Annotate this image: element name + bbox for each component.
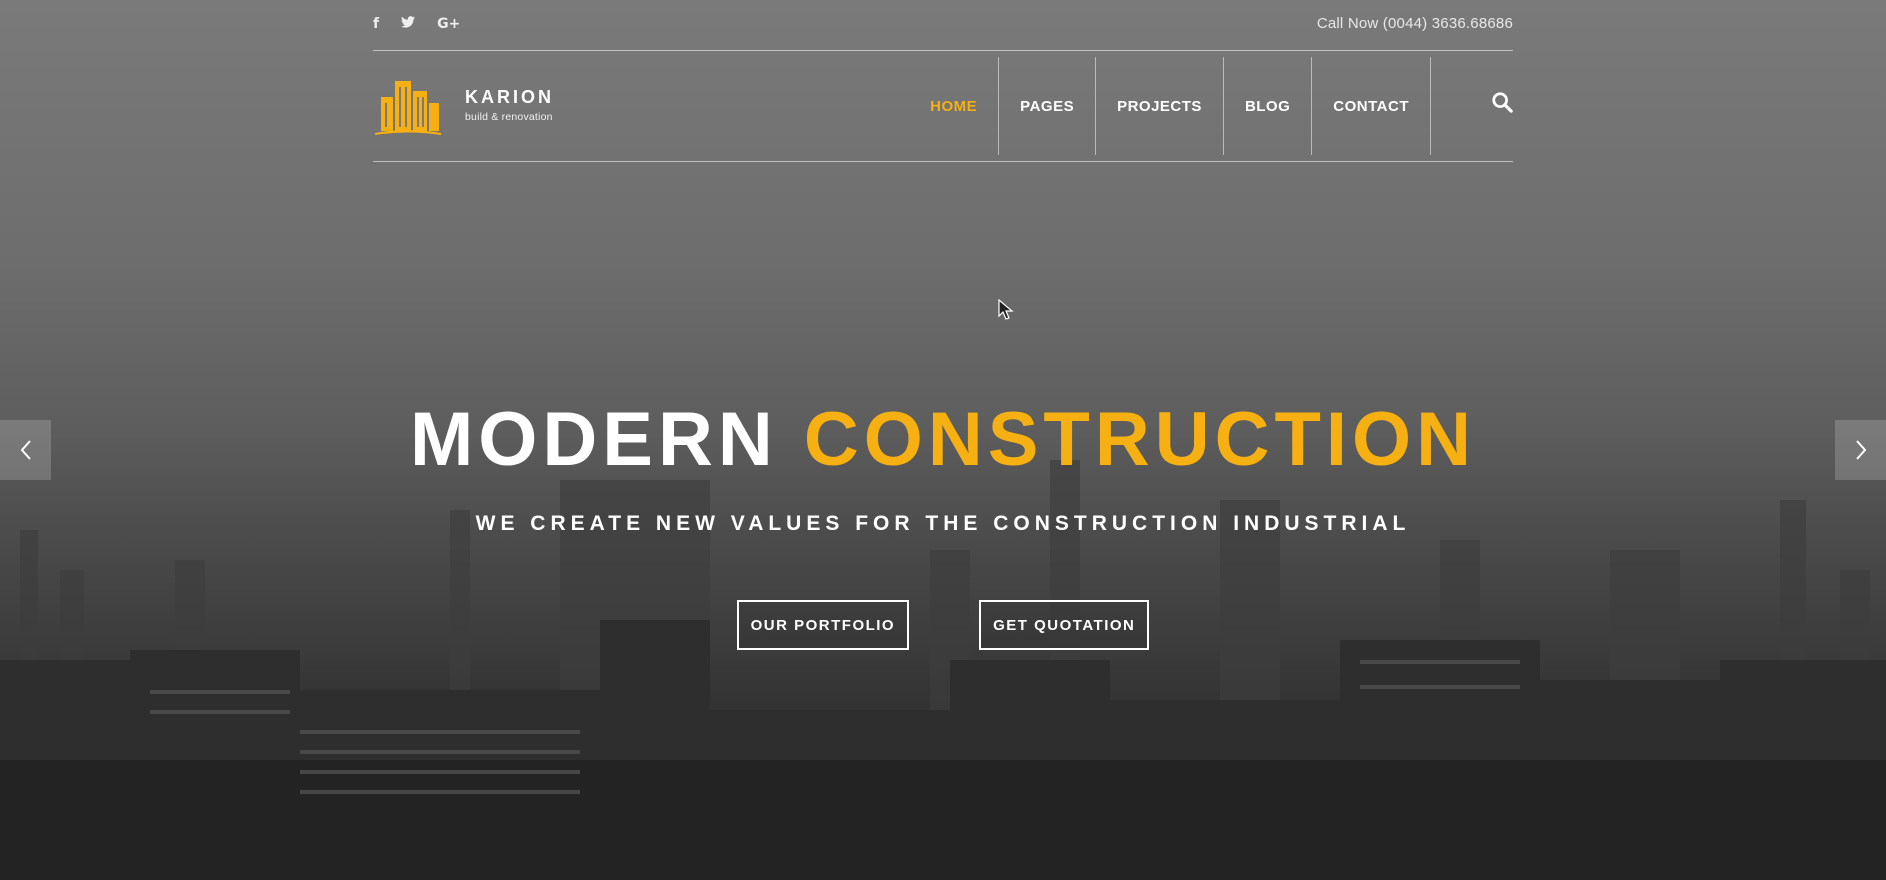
building-logo-icon — [375, 81, 441, 135]
call-now-text: Call Now (0044) 3636.68686 — [1316, 15, 1513, 32]
menu-item-pages[interactable]: PAGES — [999, 57, 1097, 155]
menu-item-projects[interactable]: PROJECTS — [1096, 57, 1224, 155]
logo-tagline: build & renovation — [465, 111, 553, 123]
hero-title: MODERN CONSTRUCTION — [0, 400, 1886, 480]
logo-name: KARION — [465, 87, 554, 107]
hero-subtitle: WE CREATE NEW VALUES FOR THE CONSTRUCTIO… — [475, 512, 1411, 535]
logo[interactable]: KARION build & renovation — [373, 73, 554, 137]
slider-prev-button[interactable] — [0, 420, 51, 480]
our-portfolio-button[interactable]: OUR PORTFOLIO — [736, 600, 910, 650]
logo-text: KARION build & renovation — [465, 87, 554, 123]
menu-item-contact[interactable]: CONTACT — [1312, 57, 1431, 155]
search-icon[interactable] — [1491, 91, 1513, 113]
hero-title-part1: MODERN — [409, 397, 778, 482]
google-plus-icon[interactable]: G+ — [437, 15, 460, 33]
social-links: f G+ — [373, 15, 482, 33]
menu-item-home[interactable]: HOME — [909, 57, 1000, 155]
chevron-right-icon — [1855, 440, 1866, 460]
hero-title-part2: CONSTRUCTION — [803, 397, 1477, 482]
chevron-left-icon — [20, 440, 31, 460]
menu-item-blog[interactable]: BLOG — [1224, 57, 1313, 155]
mouse-cursor-icon — [998, 299, 1014, 320]
main-menu: HOME PAGES PROJECTS BLOG CONTACT — [909, 57, 1431, 155]
slider-next-button[interactable] — [1835, 420, 1886, 480]
main-navbar: KARION build & renovation HOME PAGES PRO… — [373, 51, 1513, 162]
facebook-icon[interactable]: f — [373, 15, 379, 33]
hero-buttons: OUR PORTFOLIO GET QUOTATION — [0, 600, 1886, 650]
top-bar: f G+ Call Now (0044) 3636.68686 — [373, 0, 1513, 51]
get-quotation-button[interactable]: GET QUOTATION — [979, 600, 1150, 650]
twitter-icon[interactable] — [401, 15, 416, 33]
